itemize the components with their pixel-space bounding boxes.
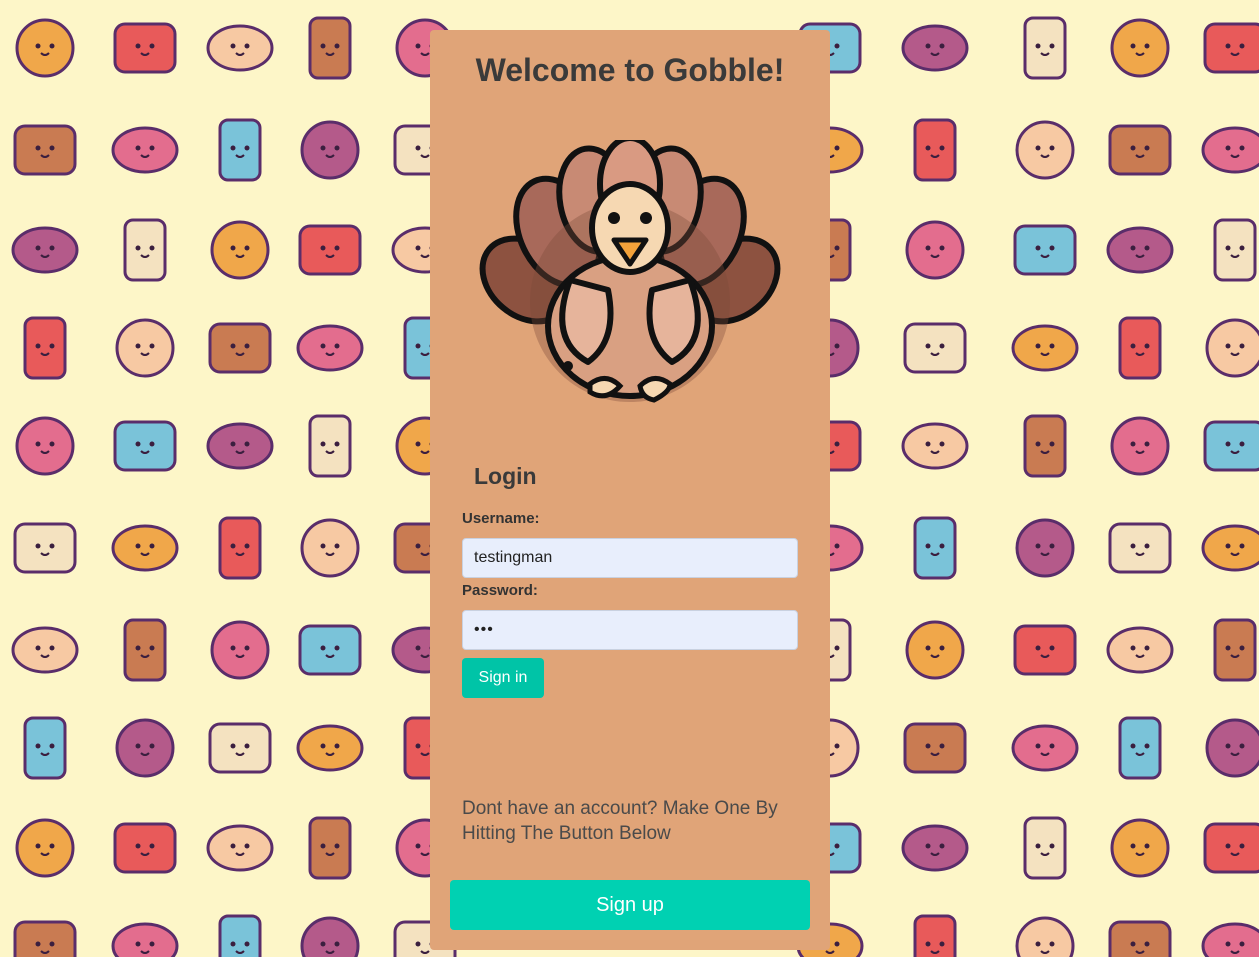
food-icon <box>206 824 274 872</box>
food-icon <box>111 524 179 572</box>
food-icon <box>1013 624 1077 676</box>
food-icon <box>1110 18 1170 78</box>
food-icon <box>1023 414 1067 478</box>
food-icon <box>913 516 957 580</box>
food-icon <box>903 322 967 374</box>
food-icon <box>13 522 77 574</box>
food-icon <box>13 920 77 957</box>
food-icon <box>13 124 77 176</box>
food-icon <box>1106 626 1174 674</box>
food-icon <box>123 218 167 282</box>
food-icon <box>1205 318 1259 378</box>
food-icon <box>1106 226 1174 274</box>
turkey-icon <box>479 140 781 403</box>
food-icon <box>298 224 362 276</box>
signup-prompt: Dont have an account? Make One By Hittin… <box>462 798 778 844</box>
food-icon <box>1118 716 1162 780</box>
food-icon <box>1201 126 1259 174</box>
food-icon <box>1015 518 1075 578</box>
username-label: Username: <box>462 510 540 527</box>
food-icon <box>300 916 360 957</box>
food-icon <box>113 822 177 874</box>
food-icon <box>111 126 179 174</box>
login-panel: Welcome to Gobble! Login Username: Pa <box>430 30 830 950</box>
food-icon <box>1013 224 1077 276</box>
food-icon <box>1023 16 1067 80</box>
sign-up-button[interactable]: Sign up <box>450 880 810 930</box>
food-icon <box>1015 120 1075 180</box>
food-icon <box>901 24 969 72</box>
food-icon <box>15 18 75 78</box>
login-heading: Login <box>474 463 537 489</box>
food-icon <box>218 118 262 182</box>
food-icon <box>11 626 79 674</box>
food-icon <box>1108 124 1172 176</box>
food-icon <box>903 722 967 774</box>
food-icon <box>11 226 79 274</box>
food-icon <box>308 16 352 80</box>
food-icon <box>300 120 360 180</box>
food-icon <box>1118 316 1162 380</box>
sign-in-button[interactable]: Sign in <box>462 658 544 698</box>
food-icon <box>1011 724 1079 772</box>
food-icon <box>123 618 167 682</box>
food-icon <box>308 816 352 880</box>
food-icon <box>296 724 364 772</box>
food-icon <box>1023 816 1067 880</box>
food-icon <box>15 416 75 476</box>
food-icon <box>113 22 177 74</box>
food-icon <box>208 322 272 374</box>
food-icon <box>905 220 965 280</box>
food-icon <box>1203 420 1259 472</box>
food-icon <box>1203 22 1259 74</box>
food-icon <box>206 422 274 470</box>
food-icon <box>206 24 274 72</box>
food-icon <box>1203 822 1259 874</box>
food-icon <box>113 420 177 472</box>
food-icon <box>15 818 75 878</box>
food-icon <box>913 118 957 182</box>
food-icon <box>300 518 360 578</box>
food-icon <box>1015 916 1075 957</box>
food-icon <box>1213 218 1257 282</box>
food-icon <box>913 914 957 957</box>
food-icon <box>23 716 67 780</box>
password-label: Password: <box>462 582 538 599</box>
food-icon <box>218 516 262 580</box>
food-icon <box>901 824 969 872</box>
food-icon <box>1110 818 1170 878</box>
food-icon <box>208 722 272 774</box>
food-icon <box>308 414 352 478</box>
food-icon <box>1011 324 1079 372</box>
food-icon <box>901 422 969 470</box>
food-icon <box>23 316 67 380</box>
food-icon <box>210 620 270 680</box>
food-icon <box>1110 416 1170 476</box>
food-icon <box>298 624 362 676</box>
username-input[interactable] <box>462 538 798 578</box>
food-icon <box>218 914 262 957</box>
password-input[interactable] <box>462 610 798 650</box>
food-icon <box>115 718 175 778</box>
food-icon <box>296 324 364 372</box>
food-icon <box>115 318 175 378</box>
food-icon <box>210 220 270 280</box>
food-icon <box>1205 718 1259 778</box>
food-icon <box>1201 524 1259 572</box>
page-title: Welcome to Gobble! <box>475 52 785 88</box>
food-icon <box>905 620 965 680</box>
food-icon <box>1213 618 1257 682</box>
food-icon <box>1108 920 1172 957</box>
food-icon <box>1108 522 1172 574</box>
